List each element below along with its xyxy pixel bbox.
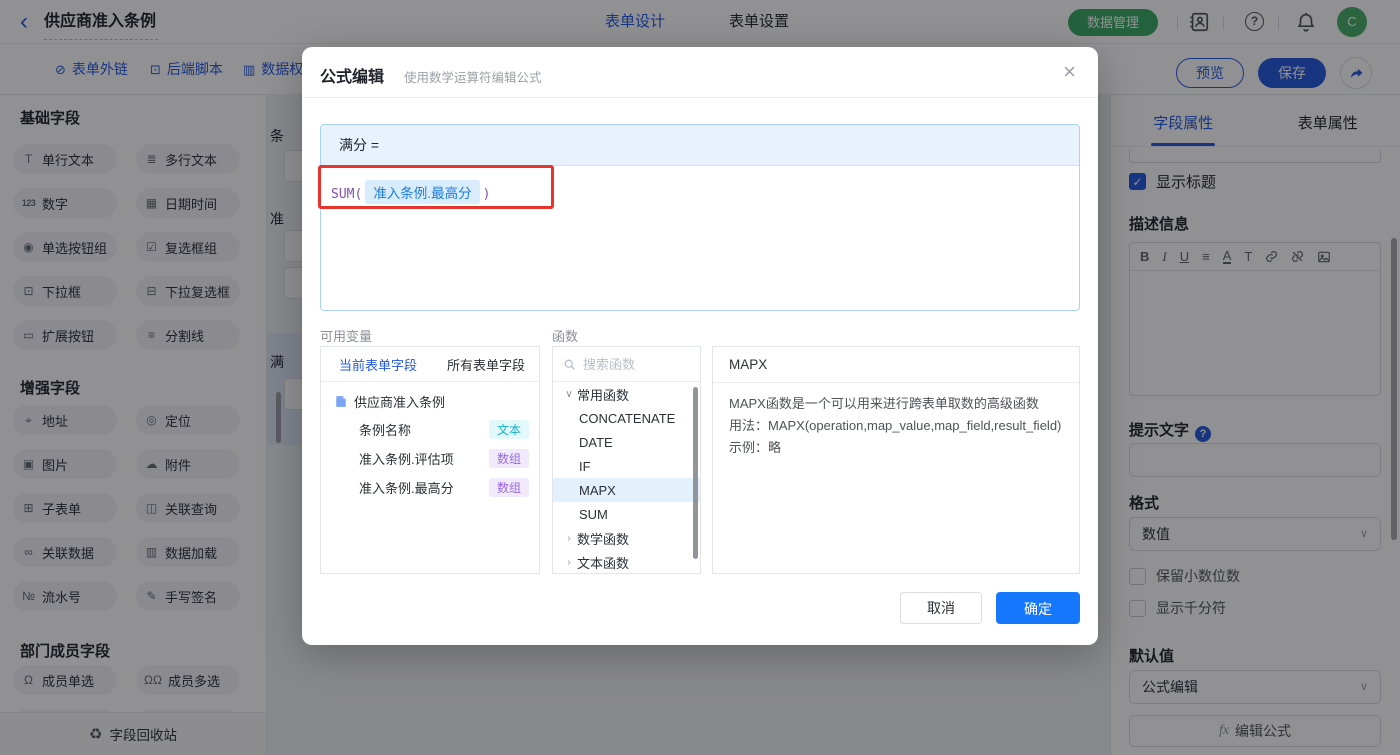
function-group-label: 常用函数 bbox=[577, 387, 630, 403]
chevron-down-icon: ∨ bbox=[565, 388, 573, 400]
function-search bbox=[553, 347, 700, 382]
functions-scrollbar-thumb[interactable] bbox=[693, 387, 698, 559]
cancel-button[interactable]: 取消 bbox=[900, 592, 982, 624]
formula-target-strip: 满分 = bbox=[321, 125, 1079, 166]
function-item-concatenate[interactable]: CONCATENATE bbox=[553, 406, 700, 430]
variable-field-row[interactable]: 准入条例.评估项 数组 bbox=[321, 444, 539, 473]
function-description-panel: MAPX MAPX函数是一个可以用来进行跨表单取数的高级函数 用法：MAPX(o… bbox=[712, 346, 1080, 574]
search-icon bbox=[564, 359, 575, 370]
type-badge: 数组 bbox=[488, 449, 529, 468]
formula-editor-box: 满分 = SUM(准入条例.最高分) bbox=[320, 124, 1080, 311]
formula-editor-modal: 公式编辑 使用数学运算符编辑公式 × 满分 = SUM(准入条例.最高分) 可用… bbox=[302, 47, 1098, 645]
variables-panel: 当前表单字段 所有表单字段 供应商准入条例 条例名称 文本 准入条例.评估项 数… bbox=[320, 346, 540, 574]
functions-panel: ∨ 常用函数 CONCATENATE DATE IF MAPX SUM › 数学函数… bbox=[552, 346, 701, 574]
field-token-chip: 准入条例.最高分 bbox=[365, 180, 480, 204]
description-line: 用法：MAPX(operation,map_value,map_field,re… bbox=[729, 418, 1062, 433]
chevron-right-icon: › bbox=[567, 532, 571, 544]
function-description-title: MAPX bbox=[713, 347, 1079, 383]
close-icon[interactable]: × bbox=[1063, 59, 1076, 85]
function-item-sum[interactable]: SUM bbox=[553, 502, 700, 526]
variable-name: 条例名称 bbox=[359, 423, 412, 438]
chevron-right-icon: › bbox=[567, 556, 571, 568]
type-badge: 数组 bbox=[488, 478, 529, 497]
confirm-button[interactable]: 确定 bbox=[996, 592, 1080, 624]
function-open-token: SUM( bbox=[331, 187, 363, 202]
function-item-date[interactable]: DATE bbox=[553, 430, 700, 454]
description-line: MAPX函数是一个可以用来进行跨表单取数的高级函数 bbox=[729, 396, 1039, 411]
function-group-math[interactable]: › 数学函数 bbox=[553, 526, 700, 550]
variable-name: 准入条例.最高分 bbox=[359, 481, 454, 496]
function-item-mapx[interactable]: MAPX bbox=[553, 478, 700, 502]
variables-tree-root[interactable]: 供应商准入条例 bbox=[321, 382, 539, 415]
form-root-label: 供应商准入条例 bbox=[354, 395, 446, 410]
modal-title: 公式编辑 bbox=[320, 69, 385, 86]
function-group-common[interactable]: ∨ 常用函数 bbox=[553, 382, 700, 406]
modal-subtitle: 使用数学运算符编辑公式 bbox=[404, 71, 542, 85]
function-close-token: ) bbox=[482, 187, 491, 202]
app-root: ‹ 供应商准入条例 表单设计 表单设置 数据管理 ? C ⊘ 表单外链 ⊡ 后端脚本… bbox=[0, 0, 1400, 755]
function-group-text[interactable]: › 文本函数 bbox=[553, 550, 700, 574]
variable-name: 准入条例.评估项 bbox=[359, 452, 454, 467]
formula-code-area[interactable]: SUM(准入条例.最高分) bbox=[321, 166, 1079, 218]
type-badge: 文本 bbox=[488, 420, 529, 439]
function-group-label: 数学函数 bbox=[577, 531, 630, 547]
divider bbox=[302, 97, 1098, 98]
function-description-body: MAPX函数是一个可以用来进行跨表单取数的高级函数 用法：MAPX(operat… bbox=[713, 383, 1079, 469]
functions-label: 函数 bbox=[552, 329, 579, 344]
variables-tabs: 当前表单字段 所有表单字段 bbox=[321, 347, 539, 382]
form-doc-icon bbox=[336, 396, 346, 407]
tab-all-form-fields[interactable]: 所有表单字段 bbox=[447, 355, 525, 374]
description-line: 示例：略 bbox=[729, 440, 782, 455]
function-group-label: 文本函数 bbox=[577, 555, 630, 571]
variable-field-row[interactable]: 准入条例.最高分 数组 bbox=[321, 473, 539, 502]
tab-current-form-fields[interactable]: 当前表单字段 bbox=[339, 355, 417, 374]
variable-field-row[interactable]: 条例名称 文本 bbox=[321, 415, 539, 444]
variables-label: 可用变量 bbox=[320, 329, 373, 344]
function-item-if[interactable]: IF bbox=[553, 454, 700, 478]
function-search-input[interactable] bbox=[583, 356, 678, 372]
